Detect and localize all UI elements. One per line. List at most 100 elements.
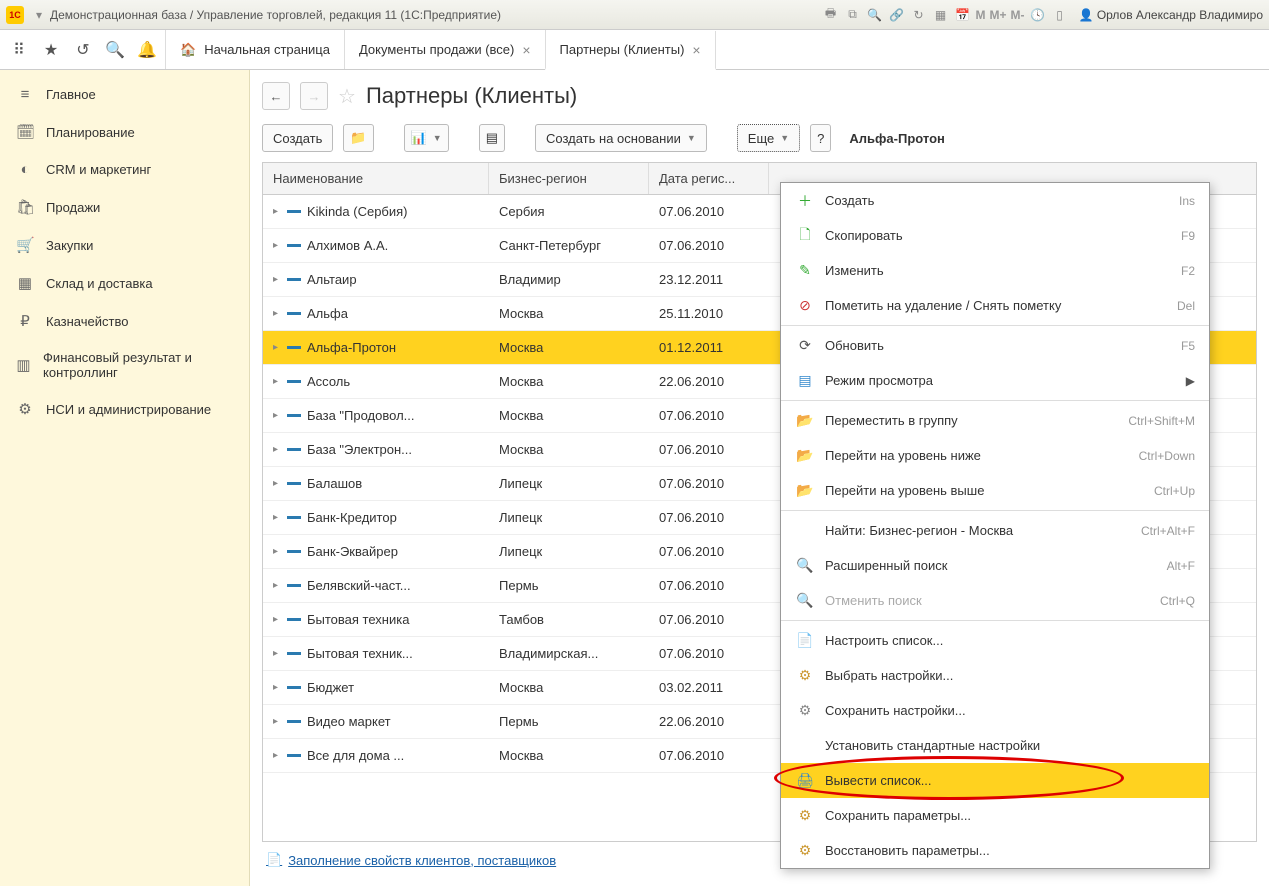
create-based-on-button[interactable]: Создать на основании▼ [535, 124, 707, 152]
list-mode-button[interactable]: ▤ [479, 124, 505, 152]
menu-item[interactable]: 📂Перейти на уровень вышеCtrl+Up [781, 473, 1209, 508]
menu-item[interactable]: ⚙Сохранить настройки... [781, 693, 1209, 728]
cell-name: База "Продовол... [307, 408, 415, 423]
menu-item[interactable]: Найти: Бизнес-регион - МоскваCtrl+Alt+F [781, 513, 1209, 548]
sidebar-item[interactable]: ≡Главное [0, 76, 249, 113]
dropdown-icon[interactable]: ▾ [30, 6, 48, 24]
search-value: Альфа-Протон [849, 131, 944, 146]
sidebar-label: Закупки [46, 238, 93, 253]
close-icon[interactable]: × [692, 42, 700, 58]
favorite-icon[interactable]: ★ [42, 41, 60, 59]
notifications-icon[interactable]: 🔔 [138, 41, 156, 59]
cell-region: Липецк [489, 544, 649, 559]
clock-icon[interactable]: 🕓 [1029, 6, 1047, 24]
menu-item[interactable]: ✎ИзменитьF2 [781, 253, 1209, 288]
menu-item[interactable]: 📂Переместить в группуCtrl+Shift+M [781, 403, 1209, 438]
history-icon[interactable]: ↺ [74, 41, 92, 59]
expand-icon[interactable]: ▸ [273, 342, 281, 353]
back-button[interactable]: ← [262, 82, 290, 110]
sidebar-item[interactable]: ◐CRM и маркетинг [0, 151, 249, 188]
sidebar-item[interactable]: 🛍Продажи [0, 188, 249, 226]
apps-icon[interactable]: ⠿ [10, 41, 28, 59]
link-icon[interactable]: 🔗 [888, 6, 906, 24]
menu-item[interactable]: ⚙Сохранить параметры... [781, 798, 1209, 833]
col-date[interactable]: Дата регис... [649, 163, 769, 194]
expand-icon[interactable]: ▸ [273, 648, 281, 659]
search-icon[interactable]: 🔍 [866, 6, 884, 24]
tab-partners[interactable]: Партнеры (Клиенты)× [545, 31, 716, 70]
expand-icon[interactable]: ▸ [273, 512, 281, 523]
create-button[interactable]: Создать [262, 124, 333, 152]
menu-item[interactable]: 🗋СкопироватьF9 [781, 218, 1209, 253]
help-button[interactable]: ? [810, 124, 831, 152]
expand-icon[interactable]: ▸ [273, 682, 281, 693]
memory-m[interactable]: M [976, 8, 986, 22]
expand-icon[interactable]: ▸ [273, 716, 281, 727]
menu-label: Сохранить параметры... [825, 808, 1195, 823]
menu-item[interactable]: ▤Режим просмотра▶ [781, 363, 1209, 398]
sidebar-item[interactable]: ▥Финансовый результат и контроллинг [0, 340, 249, 390]
refresh-icon[interactable]: ↻ [910, 6, 928, 24]
user-label[interactable]: 👤 Орлов Александр Владимиро [1079, 8, 1263, 22]
more-button[interactable]: Еще▼ [737, 124, 800, 152]
expand-icon[interactable]: ▸ [273, 444, 281, 455]
calc-icon[interactable]: ▦ [932, 6, 950, 24]
menu-item[interactable]: 🖨Вывести список... [781, 763, 1209, 798]
col-region[interactable]: Бизнес-регион [489, 163, 649, 194]
tab-home[interactable]: 🏠 Начальная страница [165, 30, 345, 69]
expand-icon[interactable]: ▸ [273, 614, 281, 625]
page-title: Партнеры (Клиенты) [366, 83, 577, 109]
menu-item[interactable]: 📄Настроить список... [781, 623, 1209, 658]
sidebar-icon: 🗓 [16, 123, 34, 141]
expand-icon[interactable]: ▸ [273, 478, 281, 489]
menu-icon: ⚙ [795, 667, 815, 684]
expand-icon[interactable]: ▸ [273, 240, 281, 251]
menu-shortcut: Ctrl+Q [1160, 594, 1195, 608]
sidebar-item[interactable]: 🗓Планирование [0, 113, 249, 151]
col-name[interactable]: Наименование [263, 163, 489, 194]
calendar-icon[interactable]: 📅 [954, 6, 972, 24]
menu-item[interactable]: Установить стандартные настройки [781, 728, 1209, 763]
print-icon[interactable]: 🖶 [822, 6, 840, 24]
sidebar: ≡Главное🗓Планирование◐CRM и маркетинг🛍Пр… [0, 70, 250, 886]
expand-icon[interactable]: ▸ [273, 580, 281, 591]
menu-item[interactable]: ⚙Восстановить параметры... [781, 833, 1209, 868]
menu-icon: 🔍 [795, 592, 815, 609]
expand-icon[interactable]: ▸ [273, 750, 281, 761]
menu-item[interactable]: ⚙Выбрать настройки... [781, 658, 1209, 693]
report-button[interactable]: 📊▼ [404, 124, 449, 152]
favorite-star-icon[interactable]: ☆ [338, 84, 356, 109]
sidebar-item[interactable]: ⚙НСИ и администрирование [0, 390, 249, 428]
menu-item[interactable]: 🔍Расширенный поискAlt+F [781, 548, 1209, 583]
menu-shortcut: Ctrl+Alt+F [1141, 524, 1195, 538]
menu-item[interactable]: ⟳ОбновитьF5 [781, 328, 1209, 363]
memory-mplus[interactable]: M+ [990, 8, 1007, 22]
menu-item[interactable]: 📂Перейти на уровень нижеCtrl+Down [781, 438, 1209, 473]
sidebar-item[interactable]: 🛒Закупки [0, 226, 249, 264]
sidebar-item[interactable]: ▦Склад и доставка [0, 264, 249, 302]
expand-icon[interactable]: ▸ [273, 410, 281, 421]
item-icon [287, 652, 301, 655]
expand-icon[interactable]: ▸ [273, 206, 281, 217]
menu-label: Вывести список... [825, 773, 1195, 788]
expand-icon[interactable]: ▸ [273, 308, 281, 319]
expand-icon[interactable]: ▸ [273, 274, 281, 285]
create-folder-button[interactable]: 📁 [343, 124, 373, 152]
menu-item[interactable]: ⊘Пометить на удаление / Снять пометкуDel [781, 288, 1209, 323]
tab-documents[interactable]: Документы продажи (все)× [344, 30, 546, 69]
menu-item[interactable]: ＋СоздатьIns [781, 183, 1209, 218]
search-toolbar-icon[interactable]: 🔍 [106, 41, 124, 59]
sidebar-item[interactable]: ₽Казначейство [0, 302, 249, 340]
menu-icon: 📂 [795, 412, 815, 429]
expand-icon[interactable]: ▸ [273, 376, 281, 387]
forward-button[interactable]: → [300, 82, 328, 110]
cell-region: Москва [489, 374, 649, 389]
window-icon[interactable]: ▯ [1051, 6, 1069, 24]
cell-region: Москва [489, 748, 649, 763]
expand-icon[interactable]: ▸ [273, 546, 281, 557]
memory-mminus[interactable]: M- [1011, 8, 1025, 22]
copy-icon[interactable]: ⧉ [844, 6, 862, 24]
close-icon[interactable]: × [522, 42, 530, 58]
item-icon [287, 618, 301, 621]
menu-icon: ⚙ [795, 702, 815, 719]
